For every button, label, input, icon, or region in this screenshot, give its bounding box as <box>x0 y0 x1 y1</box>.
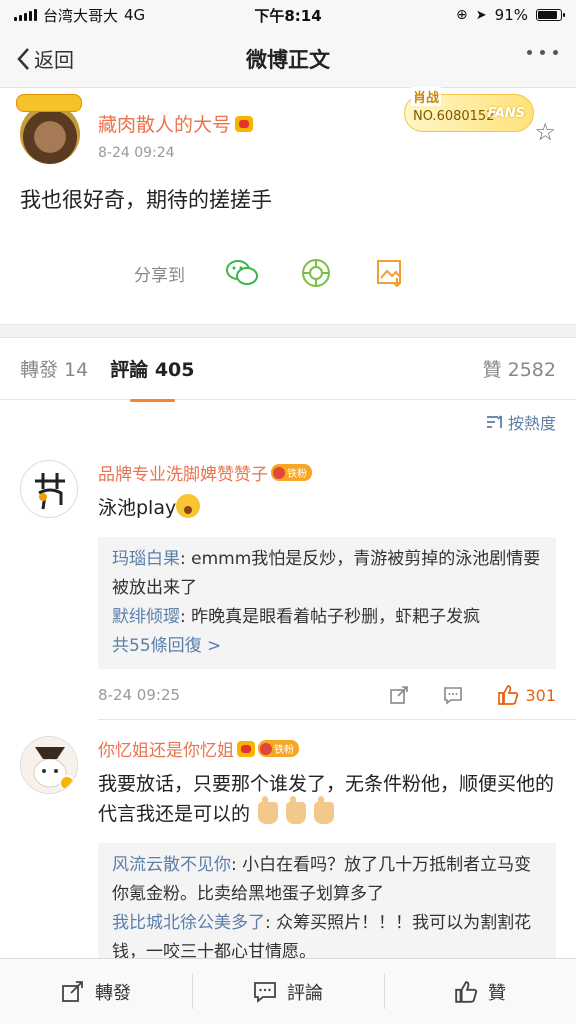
reply-author[interactable]: 玛瑙白果 <box>112 549 180 569</box>
tab-likes[interactable]: 贊 2582 <box>483 355 556 382</box>
fans-badge-idol: 肖战 <box>411 87 442 106</box>
like-button[interactable]: 301 <box>497 684 556 706</box>
status-time: 下午8:14 <box>254 6 322 25</box>
like-count: 301 <box>525 685 556 705</box>
vip-crown-icon <box>235 115 254 132</box>
repost-button[interactable]: 轉發 <box>0 979 192 1005</box>
commenter-name[interactable]: 你忆姐还是你忆姐 <box>98 736 234 761</box>
comment-item: 品牌专业洗脚婢赞赞子 铁粉 泳池play 玛瑙白果: emmm我怕是反炒，青游被… <box>20 460 556 707</box>
comment-text: 我要放话，只要那个谁发了，无条件粉他，顺便买他的代言我还是可以的 <box>98 769 556 829</box>
post-tabs: 轉發 14 評論 405 贊 2582 <box>0 338 576 402</box>
commenter-name[interactable]: 品牌专业洗脚婢赞赞子 <box>98 460 268 485</box>
status-bar: 台湾大哥大 4G 下午8:14 ⊕ ➤ 91% <box>0 0 576 30</box>
fans-badge-number: NO.6080152 <box>413 109 495 124</box>
repost-label: 轉發 <box>95 982 131 1004</box>
post-text: 我也很好奇，期待的搓搓手 <box>20 188 272 212</box>
sort-button[interactable]: 按熱度 <box>486 410 556 434</box>
reply-author[interactable]: 我比城北徐公美多了 <box>112 913 265 933</box>
fan-level-badge: 铁粉 <box>258 740 299 757</box>
nav-bar: 返回 微博正文 <box>0 30 576 88</box>
signal-icon <box>14 9 37 21</box>
fans-badge[interactable]: 肖战 NO.6080152 FANS <box>404 87 534 132</box>
comment-label: 評論 <box>287 982 323 1004</box>
tab-comments[interactable]: 評論 405 <box>110 355 195 402</box>
battery-label: 91% <box>494 6 528 24</box>
reply-item: 默绯倾璎: 昨晚真是眼看着帖子秒删，虾耙子发疯 <box>112 603 542 632</box>
reply-item: 玛瑙白果: emmm我怕是反炒，青游被剪掉的泳池剧情要被放出来了 <box>112 545 542 603</box>
heart-icon <box>260 742 272 755</box>
sort-label: 按熱度 <box>507 414 556 433</box>
repost-icon <box>62 980 83 1002</box>
lock-rotation-icon: ⊕ <box>456 7 468 23</box>
carrier-label: 台湾大哥大 <box>43 6 119 25</box>
comment-icon <box>254 981 276 1003</box>
weibo-post: 藏肉散人的大号 8-24 09:24 肖战 NO.6080152 FANS ☆ … <box>0 87 576 324</box>
comment-text: 泳池play <box>98 493 556 523</box>
wechat-share-icon[interactable] <box>225 256 259 290</box>
more-options-icon[interactable] <box>527 50 558 55</box>
reply-box[interactable]: 风流云散不见你: 小白在看吗？放了几十万抵制者立马变你氪金粉。比卖给黑地蛋子划算… <box>98 843 556 975</box>
reply-author[interactable]: 默绯倾璎 <box>112 607 180 627</box>
favorite-star-icon[interactable]: ☆ <box>534 118 556 146</box>
moments-share-icon[interactable] <box>299 256 333 290</box>
avatar-frame-icon <box>16 94 82 112</box>
heart-icon <box>273 466 285 479</box>
share-label: 分享到 <box>134 265 185 286</box>
save-image-icon[interactable] <box>373 256 407 290</box>
chevron-left-icon <box>17 47 29 70</box>
comment-divider <box>98 719 576 720</box>
vip-crown-icon <box>237 740 255 757</box>
bottom-action-bar: 轉發 評論 贊 <box>0 958 576 1024</box>
thumbs-up-icon <box>498 685 519 705</box>
thumbs-up-icon <box>455 980 478 1003</box>
author-avatar[interactable] <box>16 94 82 164</box>
fan-level-badge: 铁粉 <box>271 464 312 481</box>
back-button[interactable]: 返回 <box>0 44 150 73</box>
commenter-avatar[interactable] <box>20 460 78 518</box>
section-gap <box>0 324 576 338</box>
back-label: 返回 <box>34 48 74 72</box>
network-label: 4G <box>124 6 146 24</box>
reply-box[interactable]: 玛瑙白果: emmm我怕是反炒，青游被剪掉的泳池剧情要被放出来了 默绯倾璎: 昨… <box>98 537 556 669</box>
reply-text: : 昨晚真是眼看着帖子秒删，虾耙子发疯 <box>180 607 481 627</box>
repost-icon[interactable] <box>389 685 409 705</box>
commenter-avatar[interactable] <box>20 736 78 794</box>
fan-level-label: 铁粉 <box>287 469 307 480</box>
thumbs-up-emoji-icon <box>314 796 335 824</box>
verified-icon <box>59 775 75 791</box>
location-icon: ➤ <box>475 7 487 23</box>
comment-time: 8-24 09:25 <box>98 686 181 704</box>
battery-icon <box>536 9 565 21</box>
thumbs-up-emoji-icon <box>258 796 279 824</box>
more-replies-link[interactable]: 共55條回復 > <box>112 632 542 661</box>
post-time: 8-24 09:24 <box>98 145 175 161</box>
fans-badge-label: FANS <box>487 106 525 121</box>
sort-icon <box>486 415 502 428</box>
fan-level-label: 铁粉 <box>274 745 294 756</box>
comment-item: 你忆姐还是你忆姐 铁粉 我要放话，只要那个谁发了，无条件粉他，顺便买他的代言我还… <box>20 736 556 975</box>
reply-item: 风流云散不见你: 小白在看吗？放了几十万抵制者立马变你氪金粉。比卖给黑地蛋子划算… <box>112 851 542 909</box>
author-name[interactable]: 藏肉散人的大号 <box>98 110 231 137</box>
reply-author[interactable]: 风流云散不见你 <box>112 855 231 875</box>
like-label: 贊 <box>488 982 506 1004</box>
comment-button[interactable]: 評論 <box>192 972 384 1009</box>
comment-text-content: 泳池play <box>98 497 177 519</box>
tab-repost[interactable]: 轉發 14 <box>20 355 88 382</box>
thumbs-up-emoji-icon <box>286 796 307 824</box>
like-button[interactable]: 贊 <box>384 972 576 1009</box>
surprised-emoji-icon <box>176 494 201 518</box>
comment-icon[interactable] <box>443 685 463 705</box>
